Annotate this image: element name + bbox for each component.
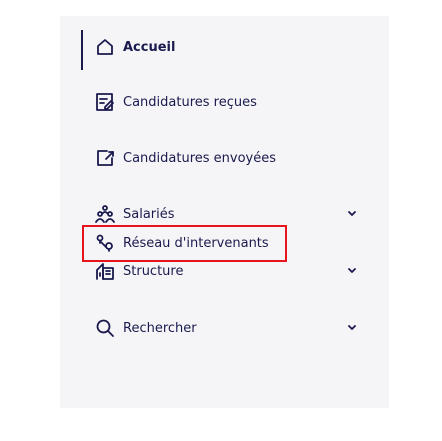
nav-item-candidatures-envoyees[interactable]: Candidatures envoyées bbox=[95, 146, 276, 170]
chevron-down-icon[interactable] bbox=[346, 208, 358, 220]
chevron-down-icon[interactable] bbox=[346, 265, 358, 277]
nav-item-label: Rechercher bbox=[123, 320, 197, 336]
nav-item-accueil[interactable]: Accueil bbox=[95, 35, 175, 59]
active-indicator bbox=[81, 30, 83, 70]
chevron-down-icon[interactable] bbox=[346, 322, 358, 334]
send-box-icon bbox=[95, 148, 115, 168]
nav-item-label: Candidatures reçues bbox=[123, 94, 257, 110]
nav-item-label: Structure bbox=[123, 263, 184, 279]
nav-item-label: Candidatures envoyées bbox=[123, 150, 277, 166]
nav-item-rechercher[interactable]: Rechercher bbox=[95, 316, 197, 340]
nav-item-label: Accueil bbox=[123, 39, 176, 55]
nav-item-salaries[interactable]: Salariés bbox=[95, 202, 175, 226]
search-icon bbox=[95, 318, 115, 338]
building-icon bbox=[95, 261, 115, 281]
nav-item-label: Salariés bbox=[123, 206, 175, 222]
highlight-box bbox=[82, 225, 287, 262]
nav-item-candidatures-recues[interactable]: Candidatures reçues bbox=[95, 90, 257, 114]
group-icon bbox=[95, 204, 115, 224]
inbox-edit-icon bbox=[95, 92, 115, 112]
nav-item-structure[interactable]: Structure bbox=[95, 259, 183, 283]
home-icon bbox=[95, 37, 115, 57]
